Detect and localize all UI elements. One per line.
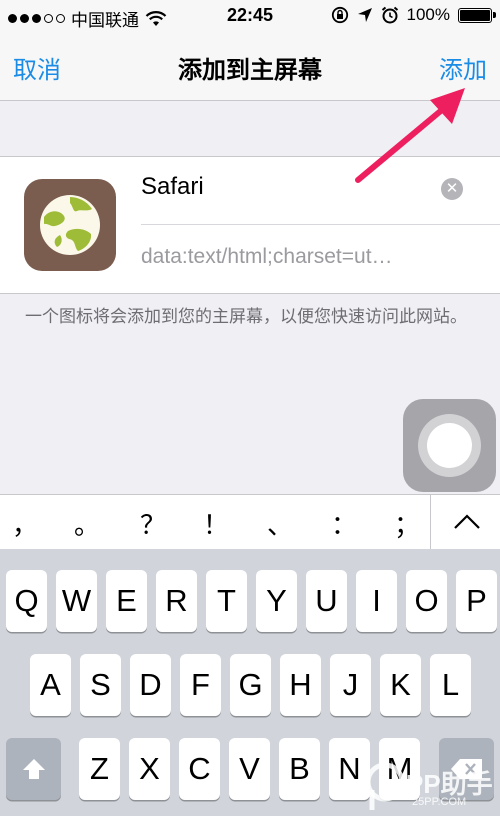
shift-arrow-icon <box>22 759 45 779</box>
key-o[interactable]: O <box>406 570 447 632</box>
punct-key[interactable]: ； <box>392 505 422 542</box>
key-u[interactable]: U <box>306 570 347 632</box>
assistive-touch-icon[interactable] <box>403 399 496 492</box>
key-t[interactable]: T <box>206 570 247 632</box>
punct-key[interactable]: ： <box>329 505 359 542</box>
key-a[interactable]: A <box>30 654 71 716</box>
pp-logo-icon <box>365 762 405 810</box>
key-k[interactable]: K <box>380 654 421 716</box>
punct-key[interactable]: ， <box>10 505 40 542</box>
punct-key[interactable]: ！ <box>201 505 231 542</box>
key-l[interactable]: L <box>430 654 471 716</box>
key-r[interactable]: R <box>156 570 197 632</box>
key-q[interactable]: Q <box>6 570 47 632</box>
key-h[interactable]: H <box>280 654 321 716</box>
watermark-subtext: 25PP.COM <box>412 796 467 808</box>
key-p[interactable]: P <box>456 570 497 632</box>
key-s[interactable]: S <box>80 654 121 716</box>
key-j[interactable]: J <box>330 654 371 716</box>
punct-key[interactable]: ？ <box>138 505 168 542</box>
key-w[interactable]: W <box>56 570 97 632</box>
key-d[interactable]: D <box>130 654 171 716</box>
key-z[interactable]: Z <box>79 738 120 800</box>
key-i[interactable]: I <box>356 570 397 632</box>
punct-key[interactable]: 、 <box>265 505 295 542</box>
chevron-up-icon[interactable] <box>452 507 482 537</box>
punct-key[interactable]: 。 <box>72 505 102 542</box>
key-v[interactable]: V <box>229 738 270 800</box>
shift-key[interactable] <box>6 738 61 800</box>
assistive-touch-center <box>427 423 472 468</box>
punct-divider <box>430 495 431 549</box>
key-x[interactable]: X <box>129 738 170 800</box>
key-b[interactable]: B <box>279 738 320 800</box>
key-c[interactable]: C <box>179 738 220 800</box>
key-g[interactable]: G <box>230 654 271 716</box>
punctuation-candidate-bar: ， 。 ？ ！ 、 ： ； <box>0 494 500 550</box>
key-e[interactable]: E <box>106 570 147 632</box>
key-y[interactable]: Y <box>256 570 297 632</box>
watermark-logo: PP助手 25PP.COM <box>360 758 500 816</box>
key-f[interactable]: F <box>180 654 221 716</box>
